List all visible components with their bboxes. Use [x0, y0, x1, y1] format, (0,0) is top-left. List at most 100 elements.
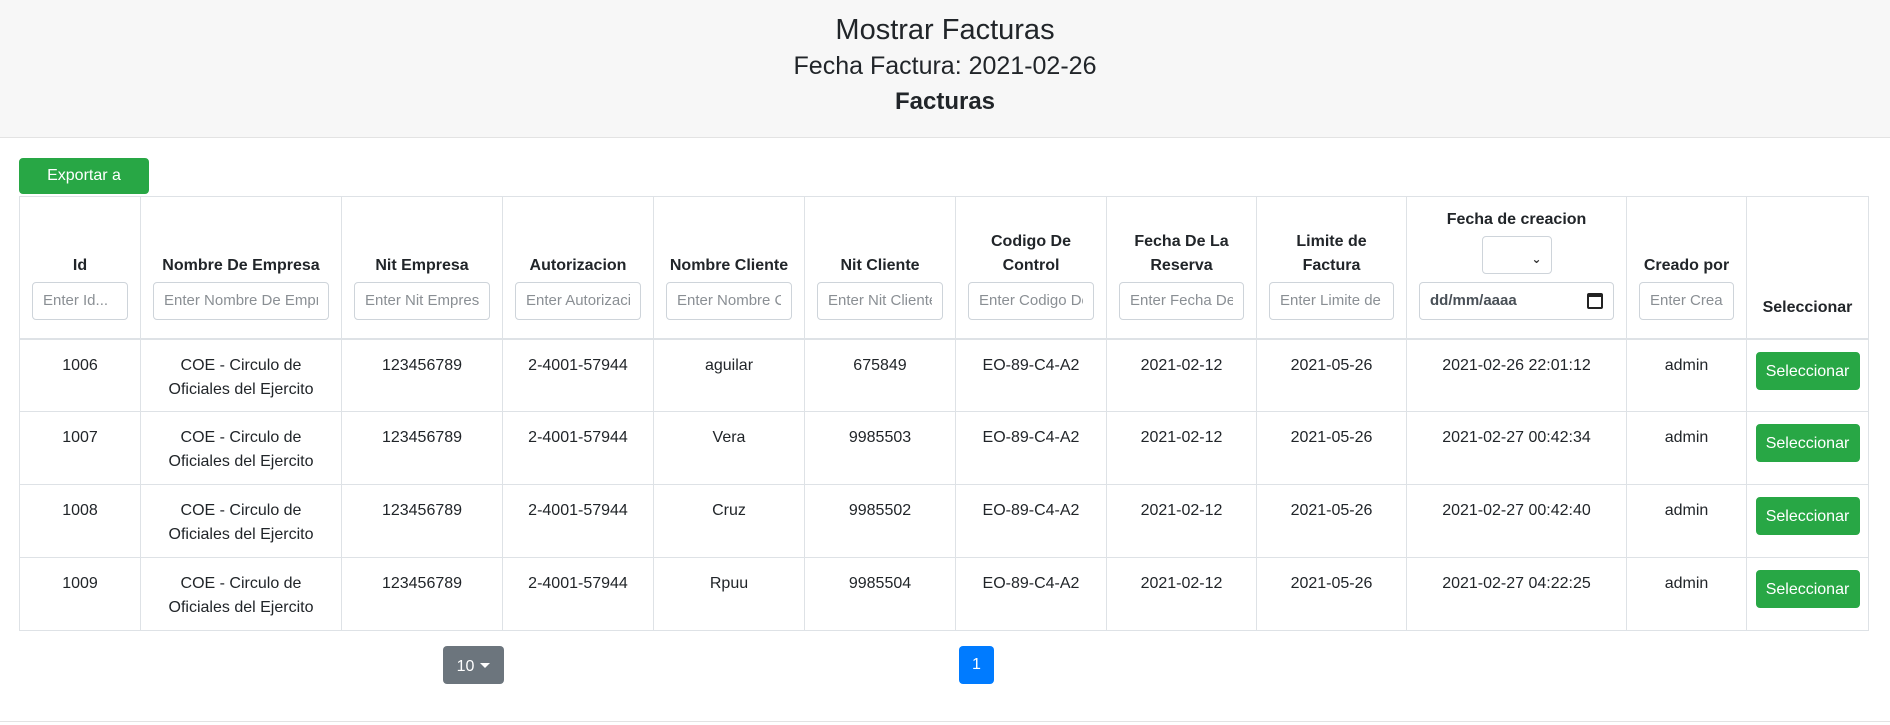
calendar-icon[interactable]: [1587, 292, 1603, 309]
cell-fecha-reserva: 2021-02-12: [1106, 484, 1257, 558]
cell-creado-por: admin: [1626, 557, 1747, 631]
column-nombre-cliente: Nombre Cliente: [653, 196, 805, 340]
filter-limite-factura-input[interactable]: [1269, 281, 1394, 320]
cell-autorizacion: 2-4001-57944: [502, 338, 654, 412]
filter-fecha-creacion-date-input[interactable]: dd/mm/aaaa: [1419, 281, 1614, 320]
cell-fecha-creacion: 2021-02-27 00:42:40: [1406, 484, 1627, 558]
table-body: 1006 COE - Circulo de Oficiales del Ejer…: [19, 338, 1869, 631]
cell-limite-factura: 2021-05-26: [1256, 338, 1407, 412]
cell-seleccionar: Seleccionar: [1746, 557, 1869, 631]
column-label[interactable]: Fecha de creacion: [1419, 208, 1614, 232]
column-autorizacion: Autorizacion: [502, 196, 654, 340]
column-nombre-empresa: Nombre De Empresa: [140, 196, 342, 340]
cell-fecha-creacion: 2021-02-27 04:22:25: [1406, 557, 1627, 631]
cell-fecha-reserva: 2021-02-12: [1106, 411, 1257, 485]
column-limite-factura: Limite de Factura: [1256, 196, 1407, 340]
select-row-button[interactable]: Seleccionar: [1755, 570, 1860, 608]
cell-seleccionar: Seleccionar: [1746, 338, 1869, 412]
filter-fecha-reserva-input[interactable]: [1119, 281, 1244, 320]
column-label[interactable]: Autorizacion: [515, 254, 641, 278]
column-label[interactable]: Nit Cliente: [817, 254, 943, 278]
cell-seleccionar: Seleccionar: [1746, 484, 1869, 558]
pagination-page-1[interactable]: 1: [959, 646, 994, 684]
cell-codigo-control: EO-89-C4-A2: [955, 338, 1107, 412]
filter-nombre-empresa-input[interactable]: [153, 281, 329, 320]
table-row: 1007 COE - Circulo de Oficiales del Ejer…: [19, 411, 1869, 485]
date-comparator-select[interactable]: ⌄: [1481, 235, 1552, 274]
table-row: 1008 COE - Circulo de Oficiales del Ejer…: [19, 484, 1869, 558]
column-label[interactable]: Fecha De La Reserva: [1119, 230, 1244, 278]
date-placeholder: dd/mm/aaaa: [1430, 291, 1517, 309]
filter-nombre-cliente-input[interactable]: [666, 281, 792, 320]
filter-nit-cliente-input[interactable]: [817, 281, 943, 320]
select-row-button[interactable]: Seleccionar: [1755, 497, 1860, 535]
cell-nombre-cliente: aguilar: [653, 338, 805, 412]
cell-id: 1007: [19, 411, 141, 485]
section-title: Facturas: [894, 88, 996, 115]
cell-nombre-empresa: COE - Circulo de Oficiales del Ejercito: [140, 338, 342, 412]
cell-nit-empresa: 123456789: [341, 557, 503, 631]
cell-creado-por: admin: [1626, 484, 1747, 558]
cell-fecha-reserva: 2021-02-12: [1106, 338, 1257, 412]
cell-nombre-cliente: Cruz: [653, 484, 805, 558]
column-label[interactable]: Nombre Cliente: [666, 254, 792, 278]
column-fecha-reserva: Fecha De La Reserva: [1106, 196, 1257, 340]
column-label[interactable]: Creado por: [1639, 254, 1734, 278]
column-seleccionar: Seleccionar: [1746, 196, 1869, 340]
column-label[interactable]: Nit Empresa: [354, 254, 490, 278]
cell-autorizacion: 2-4001-57944: [502, 484, 654, 558]
cell-nombre-empresa: COE - Circulo de Oficiales del Ejercito: [140, 484, 342, 558]
page-title: Mostrar Facturas: [835, 14, 1055, 46]
column-label[interactable]: Limite de Factura: [1269, 230, 1394, 278]
table-row: 1006 COE - Circulo de Oficiales del Ejer…: [19, 338, 1869, 412]
filter-nit-empresa-input[interactable]: [354, 281, 490, 320]
cell-nit-empresa: 123456789: [341, 484, 503, 558]
chevron-down-icon: ⌄: [1531, 251, 1542, 266]
cell-limite-factura: 2021-05-26: [1256, 411, 1407, 485]
cell-limite-factura: 2021-05-26: [1256, 484, 1407, 558]
cell-autorizacion: 2-4001-57944: [502, 411, 654, 485]
column-creado-por: Creado por: [1626, 196, 1747, 340]
column-label[interactable]: Nombre De Empresa: [153, 254, 329, 278]
cell-autorizacion: 2-4001-57944: [502, 557, 654, 631]
filter-id-input[interactable]: [32, 281, 128, 320]
column-label: Seleccionar: [1762, 298, 1853, 316]
cell-id: 1009: [19, 557, 141, 631]
cell-nit-cliente: 9985502: [804, 484, 956, 558]
cell-nit-empresa: 123456789: [341, 411, 503, 485]
cell-limite-factura: 2021-05-26: [1256, 557, 1407, 631]
page-size-dropdown-button[interactable]: 10: [443, 646, 504, 684]
cell-nit-empresa: 123456789: [341, 338, 503, 412]
cell-nombre-empresa: COE - Circulo de Oficiales del Ejercito: [140, 411, 342, 485]
cell-nombre-empresa: COE - Circulo de Oficiales del Ejercito: [140, 557, 342, 631]
page-subtitle: Fecha Factura: 2021-02-26: [793, 52, 1097, 80]
export-csv-button[interactable]: Exportar a CSV: [19, 158, 149, 218]
divider: [0, 721, 1890, 722]
invoices-table: Id Nombre De Empresa Nit Empresa Autoriz…: [19, 196, 1869, 631]
cell-seleccionar: Seleccionar: [1746, 411, 1869, 485]
column-label[interactable]: Codigo De Control: [968, 230, 1094, 278]
cell-creado-por: admin: [1626, 338, 1747, 412]
column-label[interactable]: Id: [32, 254, 128, 278]
select-row-button[interactable]: Seleccionar: [1755, 424, 1860, 462]
cell-codigo-control: EO-89-C4-A2: [955, 557, 1107, 631]
cell-codigo-control: EO-89-C4-A2: [955, 484, 1107, 558]
page-header: Mostrar Facturas Fecha Factura: 2021-02-…: [0, 0, 1890, 138]
table-header: Id Nombre De Empresa Nit Empresa Autoriz…: [19, 196, 1869, 340]
main-content: Exportar a CSV Id Nombre De Empresa Nit …: [0, 138, 1890, 723]
column-fecha-creacion: Fecha de creacion ⌄ dd/mm/aaaa: [1406, 196, 1627, 340]
caret-down-icon: [480, 663, 491, 668]
table-row: 1009 COE - Circulo de Oficiales del Ejer…: [19, 557, 1869, 631]
cell-nit-cliente: 9985503: [804, 411, 956, 485]
cell-id: 1008: [19, 484, 141, 558]
cell-codigo-control: EO-89-C4-A2: [955, 411, 1107, 485]
filter-creado-por-input[interactable]: [1639, 281, 1734, 320]
filter-autorizacion-input[interactable]: [515, 281, 641, 320]
cell-nit-cliente: 675849: [804, 338, 956, 412]
column-nit-cliente: Nit Cliente: [804, 196, 956, 340]
filter-codigo-control-input[interactable]: [968, 281, 1094, 320]
cell-creado-por: admin: [1626, 411, 1747, 485]
cell-fecha-creacion: 2021-02-26 22:01:12: [1406, 338, 1627, 412]
select-row-button[interactable]: Seleccionar: [1755, 351, 1860, 390]
cell-nombre-cliente: Rpuu: [653, 557, 805, 631]
